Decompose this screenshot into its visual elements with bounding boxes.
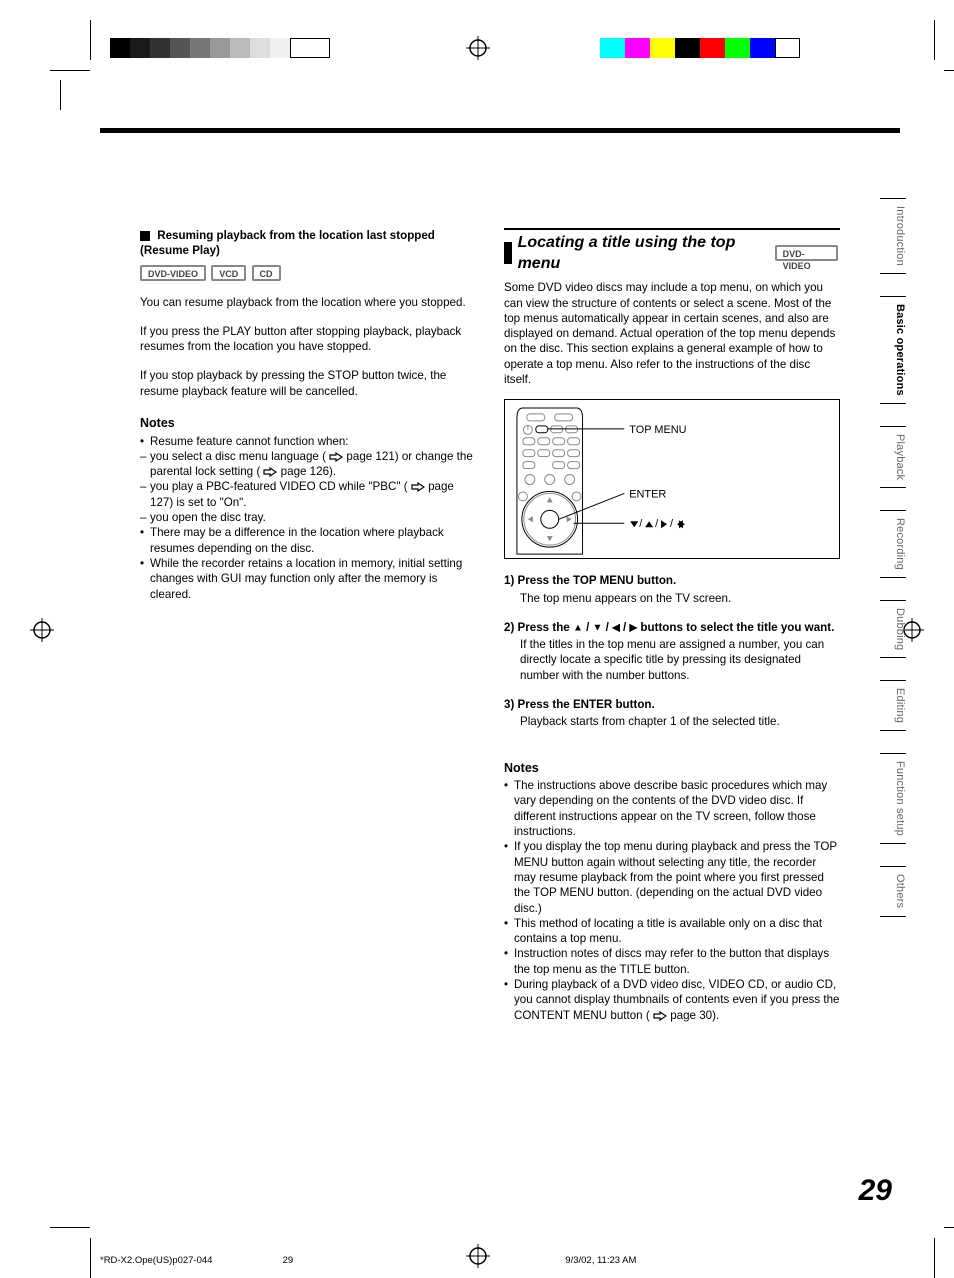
- down-icon: ▼: [593, 622, 603, 633]
- notes-list: The instructions above describe basic pr…: [504, 778, 840, 1023]
- diagram-label: ENTER: [629, 489, 666, 501]
- step-body: Playback starts from chapter 1 of the se…: [520, 714, 840, 729]
- square-bullet-icon: [140, 231, 150, 241]
- note-item: you open the disc tray.: [140, 510, 476, 525]
- disc-tag: DVD-VIDEO: [140, 265, 206, 281]
- paragraph: Some DVD video discs may include a top m…: [504, 280, 840, 387]
- remote-diagram: TOP MENU ENTER / / /: [504, 399, 840, 559]
- footer: *RD-X2.Ope(US)p027-044 29 9/3/02, 11:23 …: [100, 1255, 900, 1266]
- disc-tags: DVD-VIDEO VCD CD: [140, 265, 476, 281]
- right-column: Locating a title using the top menu DVD-…: [504, 228, 840, 1023]
- tab-others: Others: [880, 866, 906, 916]
- footer-page: 29: [283, 1255, 443, 1266]
- note-item: During playback of a DVD video disc, VID…: [504, 977, 840, 1023]
- side-tabs: Introduction Basic operations Playback R…: [880, 198, 906, 917]
- diagram-label: TOP MENU: [629, 424, 686, 436]
- paragraph: You can resume playback from the locatio…: [140, 295, 476, 310]
- step-body: The top menu appears on the TV screen.: [520, 591, 840, 606]
- section-title: Resuming playback from the location last…: [140, 229, 435, 257]
- step-3: 3) Press the ENTER button. Playback star…: [504, 697, 840, 730]
- disc-tag: DVD-VIDEO: [775, 245, 838, 261]
- printer-marks: [0, 0, 954, 90]
- tab-recording: Recording: [880, 510, 906, 578]
- step-lead: 1) Press the TOP MENU button.: [504, 573, 840, 588]
- note-item: Resume feature cannot function when:: [140, 434, 476, 449]
- svg-text:/: /: [655, 519, 659, 531]
- registration-mark-icon: [466, 36, 490, 60]
- page-number: 29: [859, 1174, 892, 1208]
- svg-text:/: /: [639, 519, 643, 531]
- disc-tag: CD: [252, 265, 281, 281]
- heading-title: Locating a title using the top menu: [518, 232, 769, 274]
- tab-introduction: Introduction: [880, 198, 906, 274]
- footer-date: 9/3/02, 11:23 AM: [565, 1255, 825, 1266]
- svg-text:/: /: [670, 519, 674, 531]
- tab-dubbing: Dubbing: [880, 600, 906, 658]
- tab-basic-operations: Basic operations: [880, 296, 906, 404]
- tab-editing: Editing: [880, 680, 906, 731]
- note-item: you play a PBC-featured VIDEO CD while "…: [140, 479, 476, 510]
- heading-chip: [504, 242, 512, 264]
- step-1: 1) Press the TOP MENU button. The top me…: [504, 573, 840, 606]
- color-bar: [600, 38, 775, 58]
- up-icon: ▲: [573, 622, 583, 633]
- top-rule: [100, 128, 900, 133]
- step-2: 2) Press the ▲ / ▼ / ◀ / ▶ buttons to se…: [504, 620, 840, 683]
- page-ref-arrow-icon: [411, 482, 425, 492]
- tab-function-setup: Function setup: [880, 753, 906, 844]
- note-item: This method of locating a title is avail…: [504, 916, 840, 947]
- note-item: There may be a difference in the locatio…: [140, 525, 476, 556]
- notes-list: Resume feature cannot function when: you…: [140, 434, 476, 602]
- greyscale-bar: [110, 38, 290, 58]
- note-item: you select a disc menu language ( page 1…: [140, 449, 476, 480]
- page-ref-arrow-icon: [263, 467, 277, 477]
- page-ref-arrow-icon: [653, 1011, 667, 1021]
- paragraph: If you stop playback by pressing the STO…: [140, 368, 476, 399]
- footer-file: *RD-X2.Ope(US)p027-044: [100, 1255, 280, 1266]
- note-item: Instruction notes of discs may refer to …: [504, 946, 840, 977]
- note-item: If you display the top menu during playb…: [504, 839, 840, 915]
- note-item: The instructions above describe basic pr…: [504, 778, 840, 839]
- notes-heading: Notes: [504, 760, 840, 777]
- page-ref-arrow-icon: [329, 452, 343, 462]
- left-column: Resuming playback from the location last…: [140, 228, 476, 1023]
- left-icon: ◀: [612, 622, 620, 633]
- notes-heading: Notes: [140, 415, 476, 432]
- right-icon: ▶: [629, 622, 637, 633]
- registration-mark-icon: [30, 618, 54, 642]
- step-lead: 2) Press the ▲ / ▼ / ◀ / ▶ buttons to se…: [504, 620, 840, 635]
- note-item: While the recorder retains a location in…: [140, 556, 476, 602]
- disc-tag: VCD: [211, 265, 246, 281]
- step-lead: 3) Press the ENTER button.: [504, 697, 840, 712]
- paragraph: If you press the PLAY button after stopp…: [140, 324, 476, 355]
- tab-playback: Playback: [880, 426, 906, 488]
- step-body: If the titles in the top menu are assign…: [520, 637, 840, 683]
